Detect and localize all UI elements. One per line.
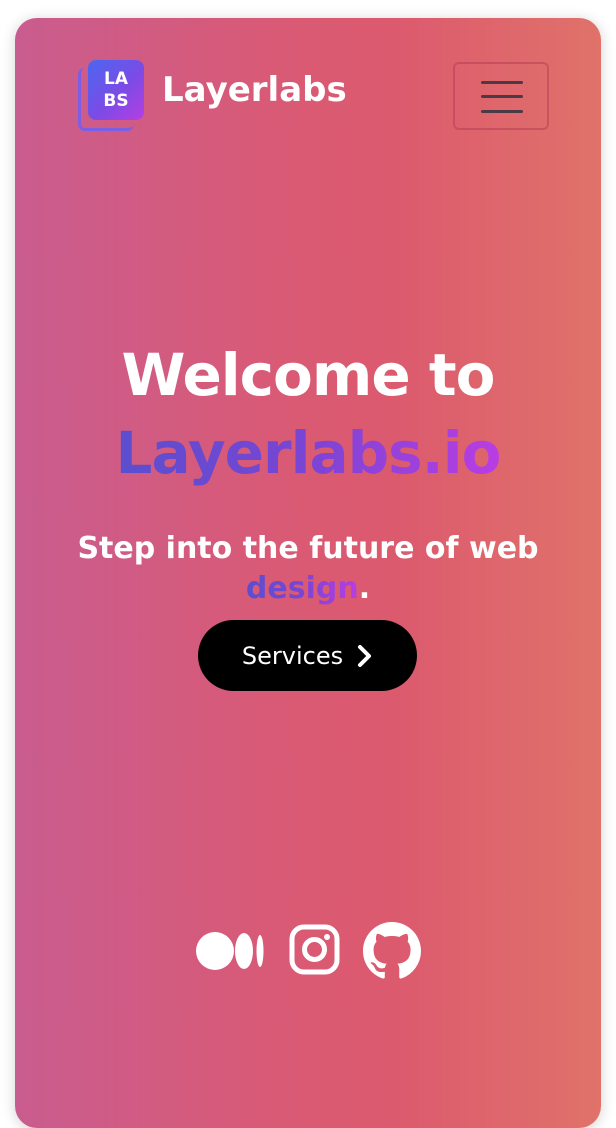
github-icon[interactable] [363, 922, 421, 980]
services-button[interactable]: Services [198, 620, 417, 691]
tagline-text: Step into the future of web [77, 531, 539, 566]
hero-title: Welcome to [121, 341, 496, 409]
landing-card: LA BS Layerlabs Welcome to Layerlabs.io … [15, 18, 601, 1128]
social-links [196, 922, 426, 980]
hero-brand-title: Layerlabs.io [15, 414, 601, 492]
brand-name[interactable]: Layerlabs [162, 70, 347, 110]
instagram-icon[interactable] [289, 922, 341, 980]
logo-text-line2: BS [103, 91, 129, 111]
menu-toggle-button[interactable] [453, 62, 549, 130]
logo-text-line1: LA [104, 69, 128, 89]
tagline-suffix: . [358, 571, 371, 606]
tagline-highlight: design [245, 571, 359, 606]
chevron-right-icon [357, 644, 373, 668]
tagline-line2: design. [15, 569, 601, 609]
services-button-label: Services [241, 641, 344, 670]
logo-badge: LA BS [88, 60, 144, 120]
medium-icon[interactable] [196, 922, 266, 980]
logo[interactable]: LA BS [78, 60, 146, 132]
hero-brand-text: Layerlabs.io [115, 419, 502, 487]
hero-tagline: Step into the future of web design. [15, 529, 601, 609]
